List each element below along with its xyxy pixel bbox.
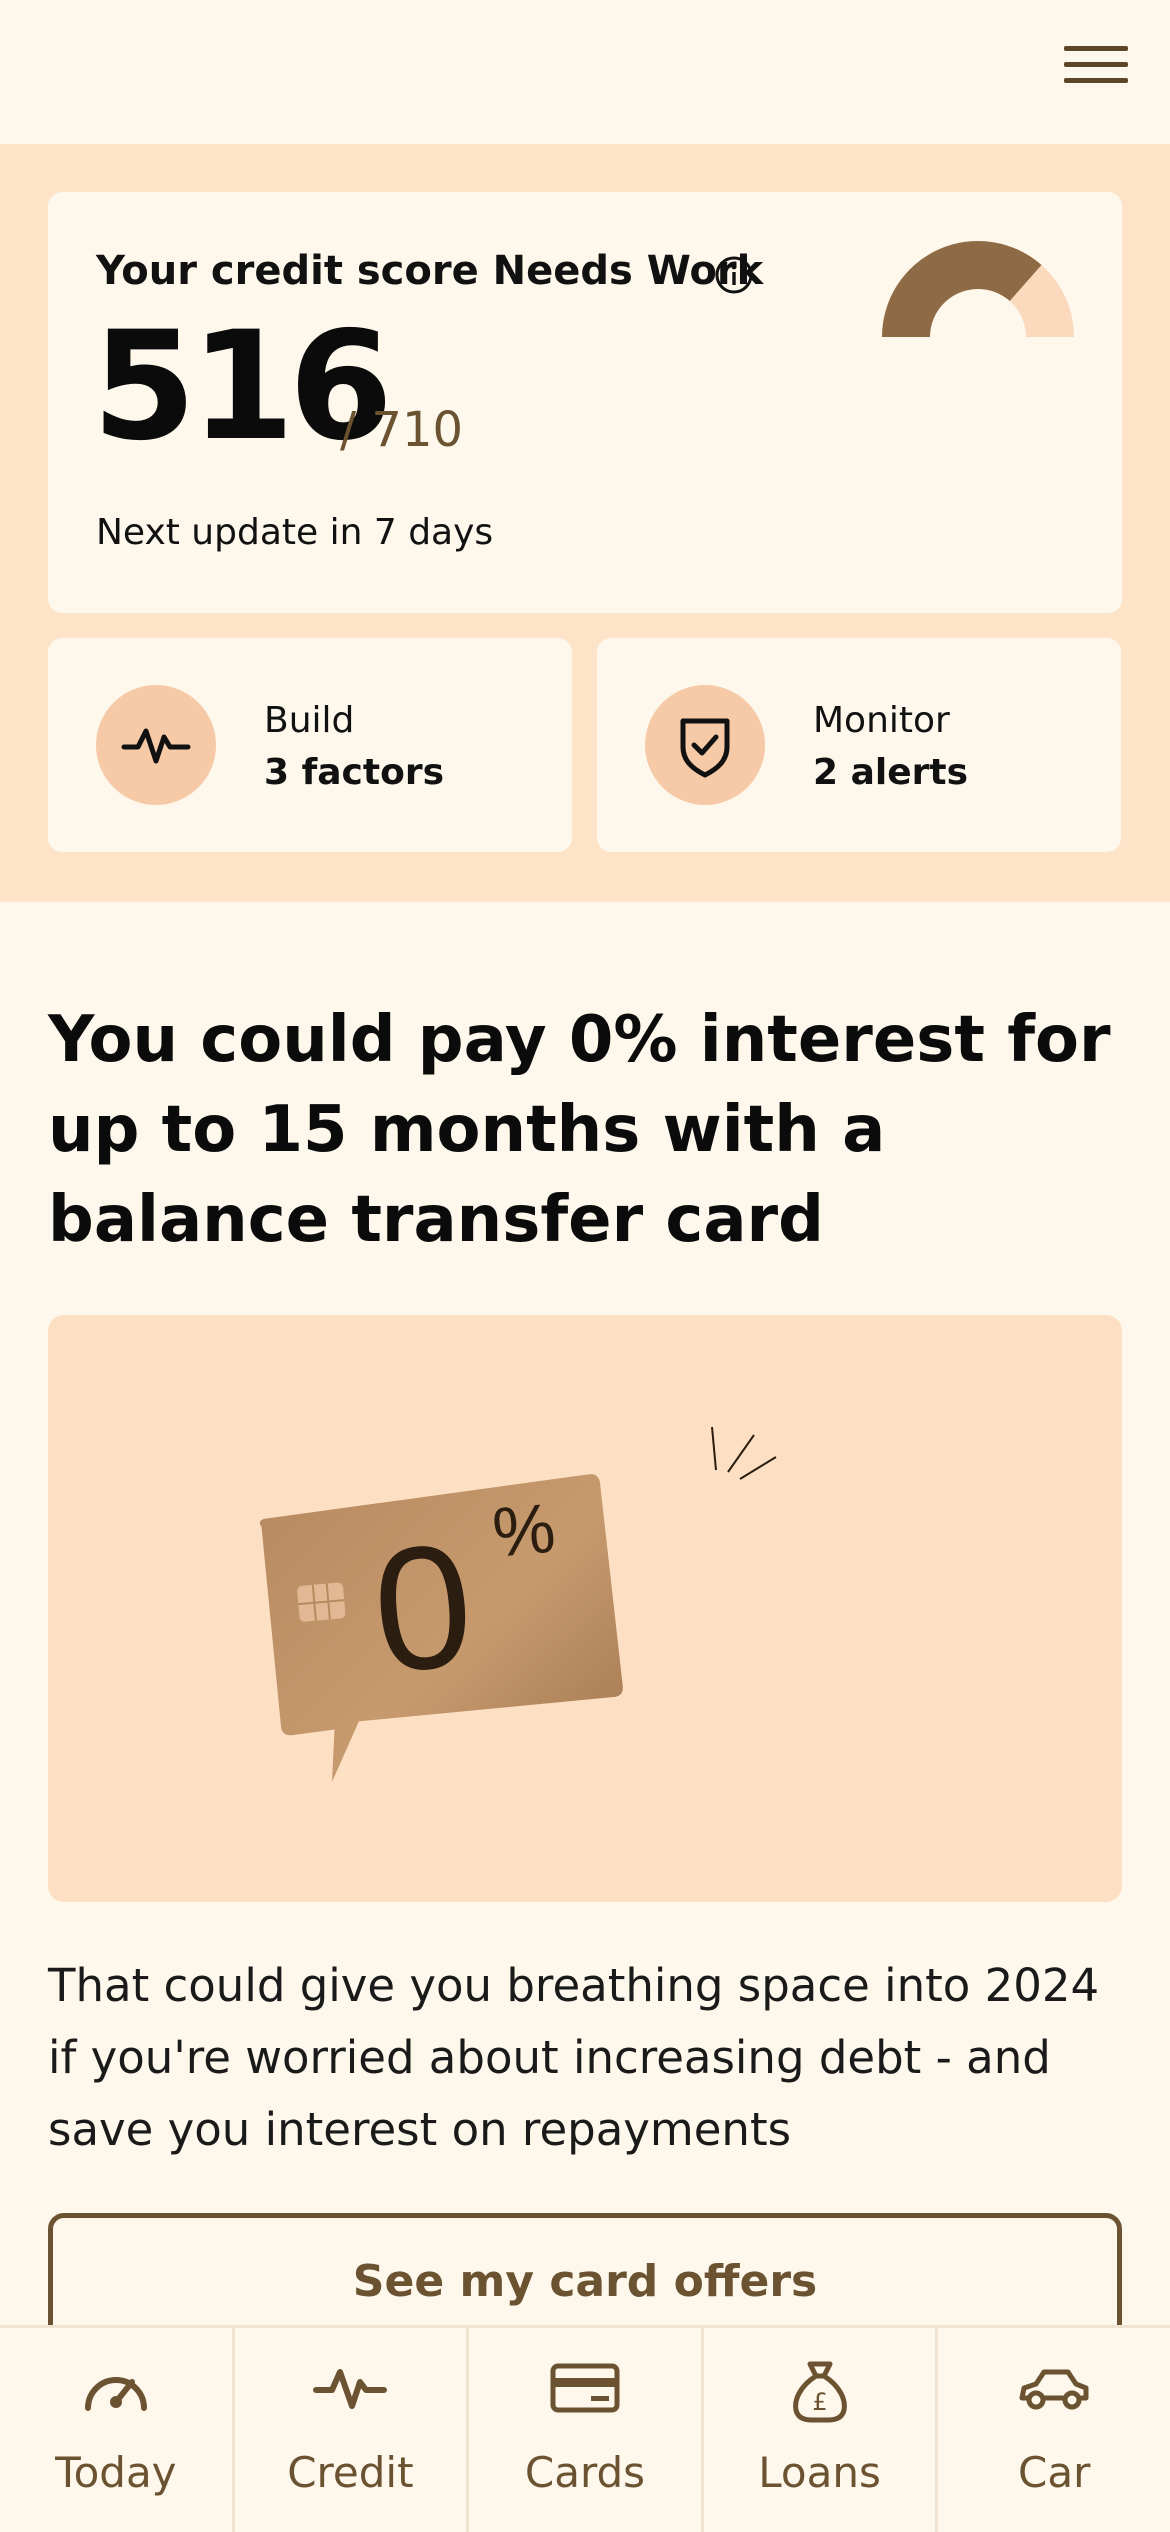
bottom-nav: Today Credit Cards £ Loans Car: [0, 2325, 1170, 2532]
nav-item-today[interactable]: Today: [0, 2328, 235, 2532]
car-icon: [1019, 2369, 1089, 2410]
shield-check-icon: [680, 718, 730, 778]
credit-score-card[interactable]: Your credit score Needs Work 516 / 710 N…: [48, 192, 1122, 613]
build-icon-circle: [96, 685, 216, 805]
promo-headline: You could pay 0% interest for up to 15 m…: [48, 1003, 1111, 1257]
nav-label-loans: Loans: [758, 2448, 881, 2497]
monitor-tile[interactable]: Monitor 2 alerts: [597, 638, 1121, 852]
nav-item-credit[interactable]: Credit: [235, 2328, 470, 2532]
hamburger-menu-icon[interactable]: [1060, 42, 1132, 90]
percent-text: %: [490, 1489, 559, 1572]
top-bar: [0, 0, 1170, 144]
nav-label-car: Car: [1018, 2448, 1091, 2497]
speedometer-icon: [84, 2377, 147, 2411]
pulse-icon: [121, 728, 191, 764]
nav-label-credit: Credit: [287, 2448, 414, 2497]
score-title: Your credit score Needs Work: [96, 248, 764, 294]
nav-label-cards: Cards: [524, 2448, 646, 2497]
monitor-value: 2 alerts: [813, 752, 969, 793]
build-value: 3 factors: [264, 752, 444, 793]
promo-body-text: That could give you breathing space into…: [48, 1959, 1100, 2156]
money-bag-icon: £: [792, 2361, 847, 2423]
score-max: / 710: [340, 402, 464, 458]
zero-text: 0: [366, 1507, 480, 1710]
nav-item-loans[interactable]: £ Loans: [704, 2328, 939, 2532]
nav-item-car[interactable]: Car: [938, 2328, 1170, 2532]
see-card-offers-button[interactable]: See my card offers: [48, 2213, 1122, 2343]
cta-label: See my card offers: [352, 2256, 818, 2307]
info-icon[interactable]: [713, 254, 755, 296]
build-label: Build: [264, 700, 355, 741]
credit-card-icon: [550, 2363, 620, 2413]
nav-item-cards[interactable]: Cards: [469, 2328, 704, 2532]
pulse-icon: [313, 2369, 388, 2409]
promo-image: 0 %: [48, 1315, 1122, 1902]
nav-label-today: Today: [55, 2448, 177, 2497]
svg-text:£: £: [812, 2388, 827, 2416]
monitor-icon-circle: [645, 685, 765, 805]
monitor-label: Monitor: [813, 700, 950, 741]
score-update-text: Next update in 7 days: [96, 512, 494, 553]
card-speech-bubble-illustration: 0 %: [259, 1426, 777, 1782]
score-gauge: [882, 240, 1074, 337]
build-tile[interactable]: Build 3 factors: [48, 638, 572, 852]
